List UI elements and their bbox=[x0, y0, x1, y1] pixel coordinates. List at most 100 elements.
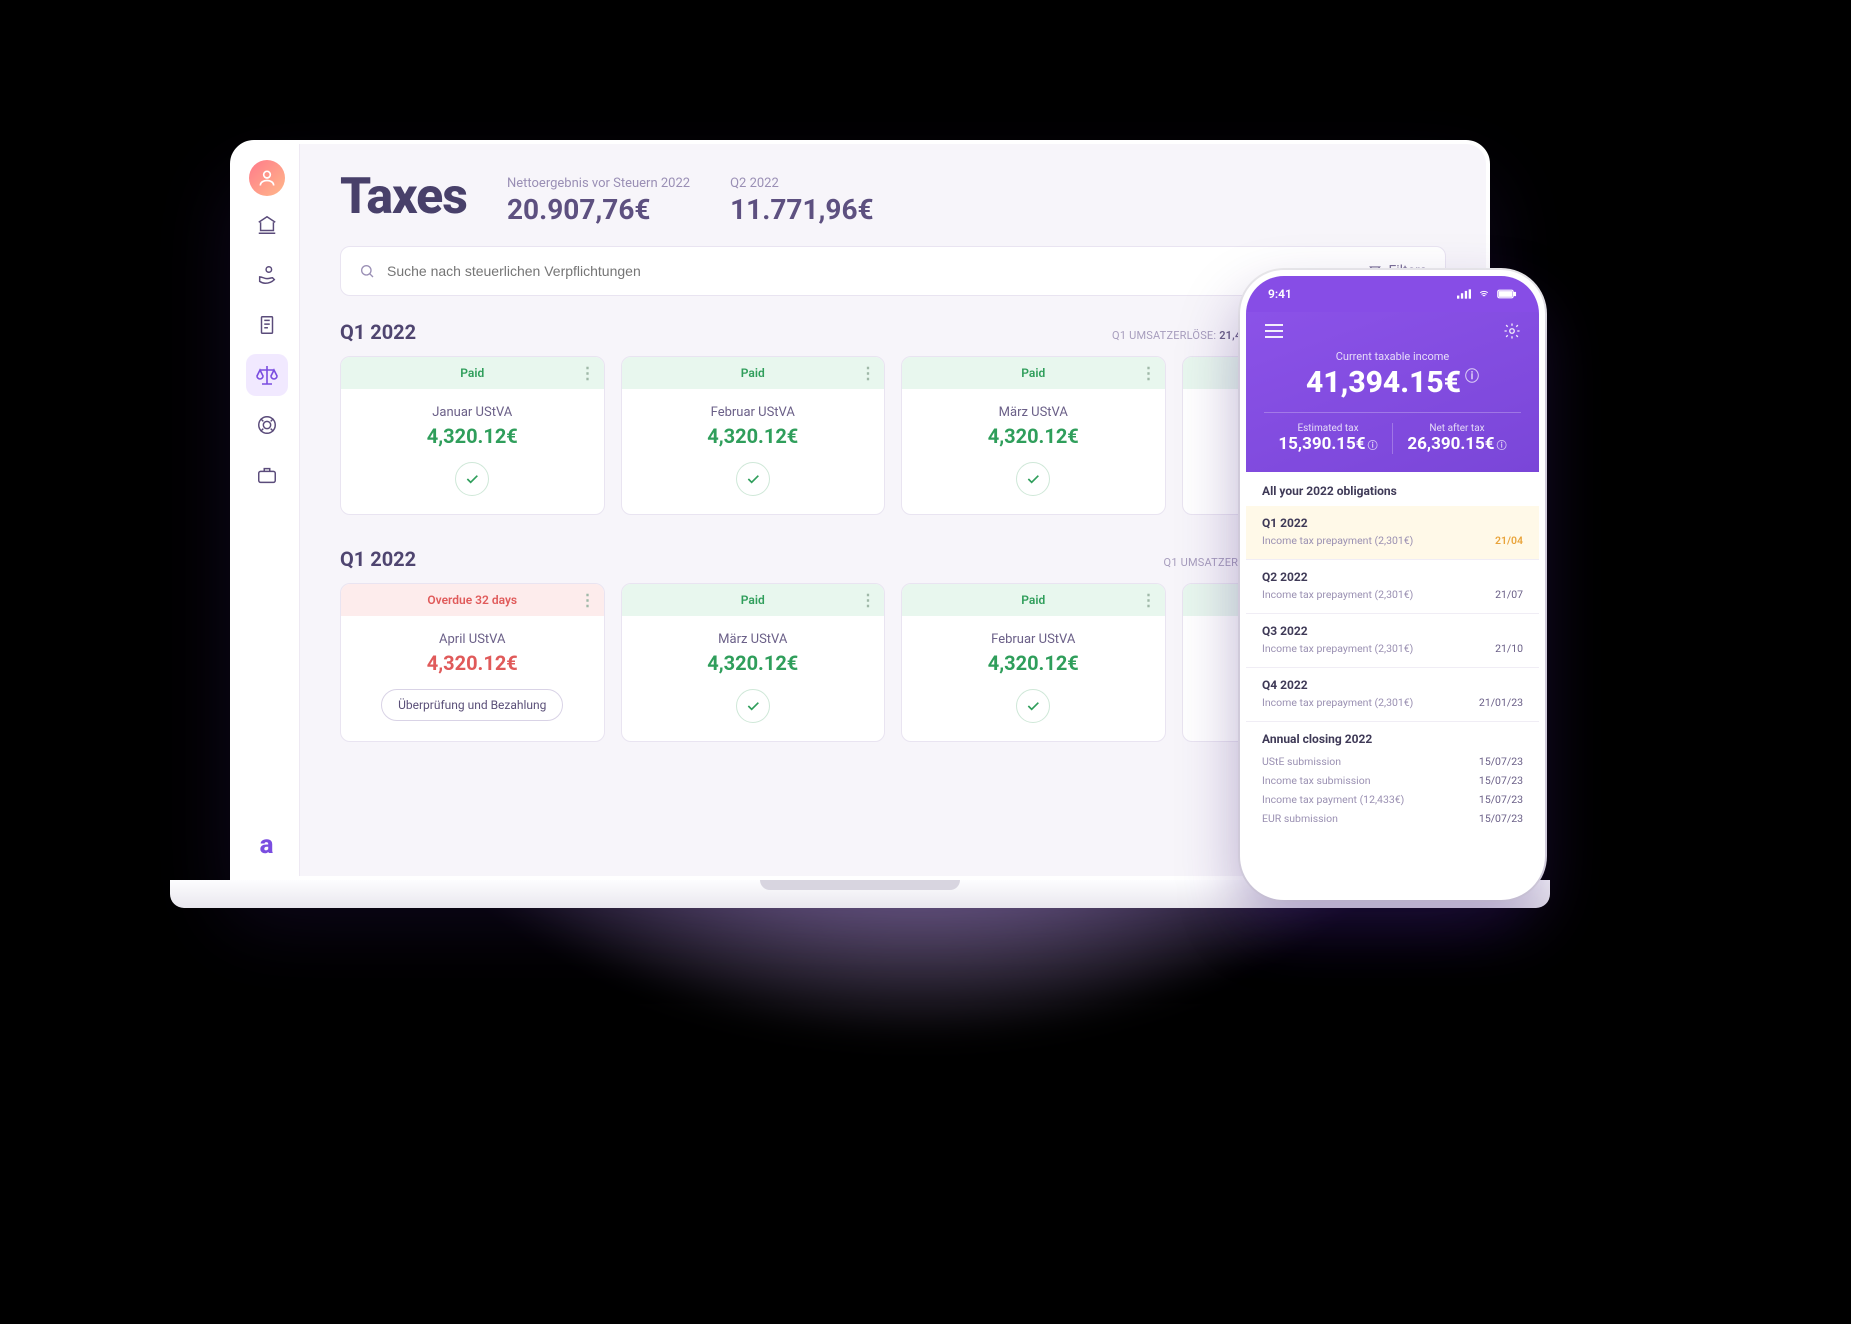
metric-value: 11.771,96€ bbox=[730, 193, 874, 226]
obligation-card[interactable]: Paid ⋮ Februar UStVA 4,320.12€ bbox=[621, 356, 886, 515]
phone-device: 9:41 Current taxable income 41,394.15€ⓘ … bbox=[1240, 270, 1545, 900]
info-icon[interactable]: ⓘ bbox=[1497, 441, 1507, 452]
metric-value: 20.907,76€ bbox=[507, 193, 690, 226]
closing-date: 15/07/23 bbox=[1479, 755, 1523, 768]
taxable-income-label: Current taxable income bbox=[1264, 350, 1521, 363]
obligation-quarter: Q2 2022 bbox=[1262, 570, 1523, 584]
more-icon[interactable]: ⋮ bbox=[860, 364, 876, 383]
obligation-item[interactable]: Q1 2022 Income tax prepayment (2,301€) 2… bbox=[1246, 506, 1539, 560]
obligation-date: 21/07 bbox=[1495, 588, 1523, 601]
briefcase-icon[interactable] bbox=[246, 454, 288, 496]
estimated-tax: Estimated tax 15,390.15€ⓘ bbox=[1264, 423, 1393, 454]
more-icon[interactable]: ⋮ bbox=[860, 591, 876, 610]
avatar[interactable] bbox=[249, 160, 285, 196]
closing-row: EUR submission 15/07/23 bbox=[1262, 809, 1523, 828]
phone-hero: Current taxable income 41,394.15€ⓘ Estim… bbox=[1246, 312, 1539, 472]
search-input[interactable] bbox=[387, 263, 1356, 279]
obligation-desc: Income tax prepayment (2,301€) bbox=[1262, 588, 1413, 601]
status-badge: Paid ⋮ bbox=[622, 357, 885, 389]
more-icon[interactable]: ⋮ bbox=[580, 364, 596, 383]
obligation-quarter: Q1 2022 bbox=[1262, 516, 1523, 530]
phone-statusbar: 9:41 bbox=[1246, 276, 1539, 312]
gear-icon[interactable] bbox=[1503, 322, 1521, 340]
bank-icon[interactable] bbox=[246, 204, 288, 246]
card-amount: 4,320.12€ bbox=[912, 424, 1155, 448]
net-after-tax: Net after tax 26,390.15€ⓘ bbox=[1393, 423, 1521, 454]
obligation-item[interactable]: Q4 2022 Income tax prepayment (2,301€) 2… bbox=[1246, 668, 1539, 722]
sidebar: a bbox=[234, 144, 300, 876]
more-icon[interactable]: ⋮ bbox=[580, 591, 596, 610]
obligation-card[interactable]: Paid ⋮ März UStVA 4,320.12€ bbox=[621, 583, 886, 742]
metric-label: Q2 2022 bbox=[730, 176, 874, 191]
obligation-item[interactable]: Q2 2022 Income tax prepayment (2,301€) 2… bbox=[1246, 560, 1539, 614]
card-name: März UStVA bbox=[912, 405, 1155, 420]
taxable-income-value: 41,394.15€ⓘ bbox=[1264, 365, 1521, 400]
card-amount: 4,320.12€ bbox=[632, 424, 875, 448]
card-name: März UStVA bbox=[632, 632, 875, 647]
closing-desc: EUR submission bbox=[1262, 812, 1338, 825]
closing-date: 15/07/23 bbox=[1479, 793, 1523, 806]
closing-date: 15/07/23 bbox=[1479, 774, 1523, 787]
app-logo[interactable]: a bbox=[260, 830, 274, 860]
obligation-card[interactable]: Paid ⋮ März UStVA 4,320.12€ bbox=[901, 356, 1166, 515]
more-icon[interactable]: ⋮ bbox=[1141, 364, 1157, 383]
metric-label: Nettoergebnis vor Steuern 2022 bbox=[507, 176, 690, 191]
annual-closing: Annual closing 2022 UStE submission15/07… bbox=[1246, 722, 1539, 838]
obligation-date: 21/04 bbox=[1495, 534, 1523, 547]
obligation-desc: Income tax prepayment (2,301€) bbox=[1262, 696, 1413, 709]
status-badge: Paid ⋮ bbox=[341, 357, 604, 389]
hand-coins-icon[interactable] bbox=[246, 254, 288, 296]
obligation-desc: Income tax prepayment (2,301€) bbox=[1262, 642, 1413, 655]
obligation-date: 21/10 bbox=[1495, 642, 1523, 655]
check-icon[interactable] bbox=[1016, 689, 1050, 723]
card-amount: 4,320.12€ bbox=[632, 651, 875, 675]
card-amount: 4,320.12€ bbox=[351, 424, 594, 448]
closing-row: UStE submission15/07/23 bbox=[1262, 752, 1523, 771]
check-icon[interactable] bbox=[1016, 462, 1050, 496]
obligation-item[interactable]: Q3 2022 Income tax prepayment (2,301€) 2… bbox=[1246, 614, 1539, 668]
signal-icon bbox=[1457, 289, 1471, 299]
battery-icon bbox=[1497, 289, 1517, 299]
card-amount: 4,320.12€ bbox=[351, 651, 594, 675]
page-title: Taxes bbox=[340, 168, 467, 226]
obligations-title: All your 2022 obligations bbox=[1246, 472, 1539, 506]
more-icon[interactable]: ⋮ bbox=[1141, 591, 1157, 610]
closing-row: Income tax payment (12,433€) 15/07/23 bbox=[1262, 790, 1523, 809]
card-name: Februar UStVA bbox=[912, 632, 1155, 647]
closing-desc: Income tax submission bbox=[1262, 774, 1371, 787]
phone-time: 9:41 bbox=[1268, 287, 1292, 301]
obligation-quarter: Q3 2022 bbox=[1262, 624, 1523, 638]
info-icon[interactable]: ⓘ bbox=[1465, 369, 1479, 385]
check-icon[interactable] bbox=[455, 462, 489, 496]
search-icon bbox=[359, 263, 375, 279]
closing-date: 15/07/23 bbox=[1479, 812, 1523, 825]
obligation-card[interactable]: Paid ⋮ Februar UStVA 4,320.12€ bbox=[901, 583, 1166, 742]
check-icon[interactable] bbox=[736, 462, 770, 496]
status-badge: Overdue 32 days ⋮ bbox=[341, 584, 604, 616]
closing-desc: Income tax payment (12,433€) bbox=[1262, 793, 1404, 806]
closing-title: Annual closing 2022 bbox=[1262, 732, 1523, 746]
wifi-icon bbox=[1477, 289, 1491, 299]
status-badge: Paid ⋮ bbox=[622, 584, 885, 616]
card-name: April UStVA bbox=[351, 632, 594, 647]
receipt-icon[interactable] bbox=[246, 304, 288, 346]
obligation-quarter: Q4 2022 bbox=[1262, 678, 1523, 692]
section-title: Q1 2022 bbox=[340, 320, 416, 344]
scales-icon[interactable] bbox=[246, 354, 288, 396]
card-amount: 4,320.12€ bbox=[912, 651, 1155, 675]
obligation-desc: Income tax prepayment (2,301€) bbox=[1262, 534, 1413, 547]
check-icon[interactable] bbox=[736, 689, 770, 723]
card-name: Februar UStVA bbox=[632, 405, 875, 420]
review-pay-button[interactable]: Überprüfung und Bezahlung bbox=[381, 689, 563, 721]
metric-q2: Q2 2022 11.771,96€ bbox=[730, 176, 874, 226]
obligation-card[interactable]: Overdue 32 days ⋮ April UStVA 4,320.12€ … bbox=[340, 583, 605, 742]
card-name: Januar UStVA bbox=[351, 405, 594, 420]
obligation-date: 21/01/23 bbox=[1479, 696, 1523, 709]
menu-icon[interactable] bbox=[1264, 324, 1284, 338]
obligation-card[interactable]: Paid ⋮ Januar UStVA 4,320.12€ bbox=[340, 356, 605, 515]
section-title: Q1 2022 bbox=[340, 547, 416, 571]
closing-row: Income tax submission 15/07/23 bbox=[1262, 771, 1523, 790]
info-icon[interactable]: ⓘ bbox=[1368, 441, 1378, 452]
lifebuoy-icon[interactable] bbox=[246, 404, 288, 446]
metric-net-result: Nettoergebnis vor Steuern 2022 20.907,76… bbox=[507, 176, 690, 226]
